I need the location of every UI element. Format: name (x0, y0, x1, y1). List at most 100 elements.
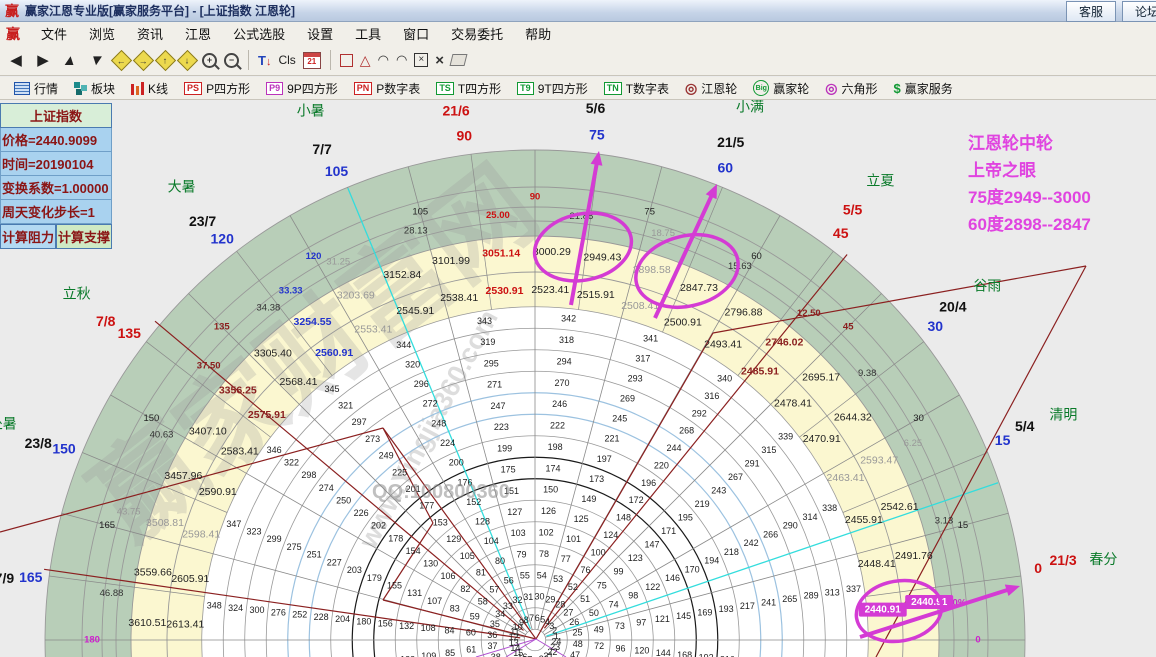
stamp-tool-icon[interactable] (449, 54, 468, 66)
customer-service-button[interactable]: 客服 (1065, 1, 1116, 22)
spiral-number: 36 (487, 630, 497, 640)
spiral-number: 266 (763, 529, 778, 539)
spiral-number: 127 (507, 507, 522, 517)
p9-badge-icon: P9 (266, 81, 284, 95)
calendar-icon[interactable]: 21 (302, 51, 321, 69)
menu-window[interactable]: 窗口 (392, 22, 440, 45)
view-p-number-table[interactable]: PN P数字表 (348, 80, 427, 97)
degree-ring-label: 30 (913, 413, 924, 424)
zoom-out-icon[interactable]: − (224, 52, 239, 68)
spiral-number: 30 (534, 592, 544, 602)
calc-resistance-button[interactable]: 计算阻力 (0, 224, 56, 249)
price-outer-label: 2796.88 (725, 307, 763, 319)
delete-x-icon[interactable]: × (435, 52, 444, 69)
price-outer-label: 2847.73 (680, 282, 718, 294)
spiral-number: 125 (574, 514, 589, 524)
pan-left-icon[interactable]: ← (110, 49, 133, 71)
spiral-number: 320 (405, 359, 420, 369)
triangle-up-icon[interactable]: ▲ (58, 50, 82, 70)
arc-right-icon[interactable]: ◠ (396, 52, 407, 68)
spiral-number: 225 (392, 467, 407, 477)
spiral-number: 104 (484, 536, 499, 546)
view-9p-square[interactable]: P9 9P四方形 (260, 80, 344, 97)
pan-up-icon[interactable]: ↑ (154, 49, 177, 71)
price-outer-label: 3305.40 (254, 348, 292, 360)
price-outer-label: 3508.81 (146, 517, 184, 529)
menu-file[interactable]: 文件 (30, 22, 78, 45)
view-9t-square[interactable]: T9 9T四方形 (511, 80, 594, 97)
spiral-number: 26 (569, 617, 579, 627)
spiral-number: 323 (246, 526, 261, 536)
price-outer-label: 3101.99 (432, 255, 470, 267)
forum-button[interactable]: 论坛 (1121, 1, 1156, 22)
spiral-number: 173 (589, 474, 604, 484)
pan-down-icon[interactable]: ↓ (176, 49, 199, 71)
nav-back-icon[interactable]: ◀ (6, 50, 26, 70)
price-inner-label: 2485.91 (741, 366, 779, 378)
outer-degree-label: 150 (52, 440, 76, 456)
view-sectors[interactable]: 板块 (68, 80, 121, 97)
view-p-square[interactable]: PS P四方形 (178, 80, 256, 97)
spiral-number: 324 (228, 603, 243, 613)
spiral-number: 54 (537, 570, 547, 580)
triangle-down-icon[interactable]: ▼ (85, 50, 109, 70)
spiral-number: 228 (314, 612, 329, 622)
zoom-in-icon[interactable]: + (202, 52, 217, 68)
date-label: 21/6 (442, 103, 469, 119)
view-kline[interactable]: K线 (125, 80, 174, 97)
pan-right-icon[interactable]: → (132, 49, 155, 71)
draw-triangle-icon[interactable]: △ (360, 52, 371, 69)
percent-ring-label: 37.50 (197, 361, 221, 372)
step-field: 周天变化步长=1 (0, 200, 112, 224)
spiral-number: 49 (594, 624, 604, 634)
menu-help[interactable]: 帮助 (514, 22, 562, 45)
spiral-number: 344 (396, 340, 411, 350)
price-inner-label: 2560.91 (315, 347, 353, 359)
menu-news[interactable]: 资讯 (126, 22, 174, 45)
draw-square-icon[interactable] (339, 53, 353, 67)
view-gann-wheel[interactable]: ◎ 江恩轮 (679, 80, 743, 97)
spiral-number: 50 (589, 608, 599, 618)
dollar-icon: $ (893, 80, 901, 96)
menu-formula-stockpick[interactable]: 公式选股 (222, 22, 296, 45)
menu-settings[interactable]: 设置 (296, 22, 344, 45)
spiral-number: 242 (744, 538, 759, 548)
view-winner-service[interactable]: $ 赢家服务 (888, 80, 959, 97)
spiral-number: 155 (387, 580, 402, 590)
calc-support-button[interactable]: 计算支撑 (56, 224, 112, 249)
spiral-number: 52 (568, 582, 578, 592)
cls-button[interactable]: Cls (278, 53, 295, 67)
spiral-number: 85 (445, 648, 455, 657)
spiral-number: 246 (552, 399, 567, 409)
spiral-number: 148 (616, 513, 631, 523)
outer-degree-label: 60 (718, 160, 734, 176)
view-winner-wheel[interactable]: Big 赢家轮 (747, 80, 815, 97)
nav-forward-icon[interactable]: ▶ (33, 50, 53, 70)
arc-left-icon[interactable]: ◠ (378, 52, 389, 68)
spiral-number: 122 (645, 582, 660, 592)
view-quotes[interactable]: 行情 (8, 80, 64, 97)
view-hexagon[interactable]: ◎ 六角形 (819, 80, 883, 97)
menu-tools[interactable]: 工具 (344, 22, 392, 45)
spiral-number: 55 (520, 571, 530, 581)
menu-trade-entrust[interactable]: 交易委托 (440, 22, 514, 45)
spiral-number: 294 (557, 356, 572, 366)
price-outer-label: 3407.10 (189, 425, 227, 437)
date-label: 7/9 (0, 570, 14, 586)
box-x-icon[interactable]: × (414, 53, 429, 67)
view-t-square[interactable]: TS T四方形 (430, 80, 507, 97)
date-label: 7/7 (312, 141, 332, 157)
spiral-number: 145 (676, 611, 691, 621)
t-sort-icon[interactable]: T↓ (258, 53, 271, 68)
outer-degree-label: 135 (118, 325, 142, 341)
menu-browse[interactable]: 浏览 (78, 22, 126, 45)
spiral-number: 244 (666, 443, 681, 453)
spiral-number: 108 (421, 623, 436, 633)
price-inner-label: 2613.41 (166, 618, 204, 630)
menu-gann[interactable]: 江恩 (174, 22, 222, 45)
spiral-number: 196 (641, 478, 656, 488)
view-t-number-table[interactable]: TN T数字表 (598, 80, 675, 97)
solar-term-label: 处暑 (0, 416, 17, 432)
spiral-number: 245 (612, 414, 627, 424)
spiral-number: 339 (778, 431, 793, 441)
